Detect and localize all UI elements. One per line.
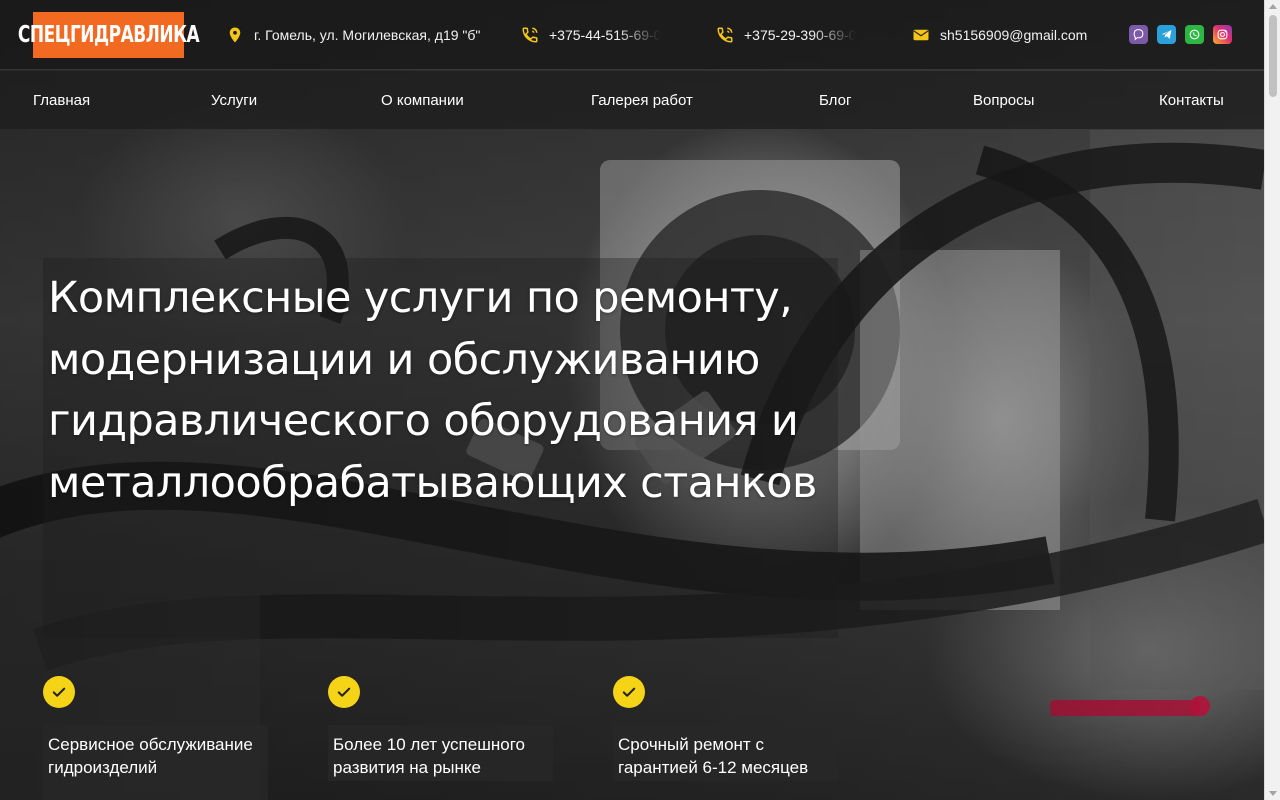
feature-item-urgent-repair: Срочный ремонт с гарантией 6-12 месяцев	[613, 725, 838, 781]
page-scrollbar[interactable]	[1264, 0, 1280, 800]
envelope-icon	[913, 29, 929, 41]
main-navigation: Главная Услуги О компании Галерея работ …	[0, 71, 1264, 129]
scroll-down-arrow-icon[interactable]	[1269, 791, 1277, 796]
top-header-bar: СПЕЦГИДРАВЛИКА г. Гомель, ул. Могилевска…	[0, 0, 1264, 70]
feature-text: Срочный ремонт с гарантией 6-12 месяцев	[618, 735, 809, 777]
company-logo[interactable]: СПЕЦГИДРАВЛИКА	[18, 12, 200, 58]
social-links	[1129, 25, 1232, 44]
checkmark-icon	[328, 676, 360, 708]
phone-icon	[522, 27, 538, 43]
email-contact[interactable]: sh5156909@gmail.com	[912, 24, 1087, 46]
checkmark-icon	[43, 676, 75, 708]
phone-number-2[interactable]: +375-29-390-69-0	[716, 24, 856, 46]
phone-number-1-text: +375-44-515-69-0	[549, 27, 662, 43]
scrollbar-thumb[interactable]	[1269, 15, 1277, 97]
nav-item-faq[interactable]: Вопросы	[973, 92, 1034, 109]
nav-item-gallery[interactable]: Галерея работ	[591, 92, 693, 109]
telegram-icon[interactable]	[1157, 25, 1176, 44]
email-text: sh5156909@gmail.com	[940, 27, 1088, 43]
feature-item-experience: Более 10 лет успешного развития на рынке	[328, 725, 553, 781]
hero-title: Комплексные услуги по ремонту, модерниза…	[48, 273, 817, 508]
scroll-up-arrow-icon[interactable]	[1269, 4, 1277, 9]
checkmark-icon	[613, 676, 645, 708]
phone-number-1[interactable]: +375-44-515-69-0	[521, 24, 661, 46]
nav-item-home[interactable]: Главная	[33, 92, 90, 109]
location-pin-icon	[229, 27, 241, 43]
feature-item-service: Сервисное обслуживание гидроизделий	[43, 725, 268, 800]
whatsapp-icon[interactable]	[1185, 25, 1204, 44]
nav-item-about[interactable]: О компании	[381, 92, 464, 109]
phone-number-2-text: +375-29-390-69-0	[744, 27, 857, 43]
nav-item-services[interactable]: Услуги	[211, 92, 257, 109]
phone-icon	[717, 27, 733, 43]
address-info: г. Гомель, ул. Могилевская, д19 "б"	[226, 24, 480, 46]
nav-item-blog[interactable]: Блог	[819, 92, 851, 109]
feature-text: Более 10 лет успешного развития на рынке	[333, 735, 525, 777]
nav-item-contacts[interactable]: Контакты	[1159, 92, 1224, 109]
address-text: г. Гомель, ул. Могилевская, д19 "б"	[254, 27, 481, 43]
instagram-icon[interactable]	[1213, 25, 1232, 44]
feature-text: Сервисное обслуживание гидроизделий	[48, 735, 253, 777]
viber-icon[interactable]	[1129, 25, 1148, 44]
